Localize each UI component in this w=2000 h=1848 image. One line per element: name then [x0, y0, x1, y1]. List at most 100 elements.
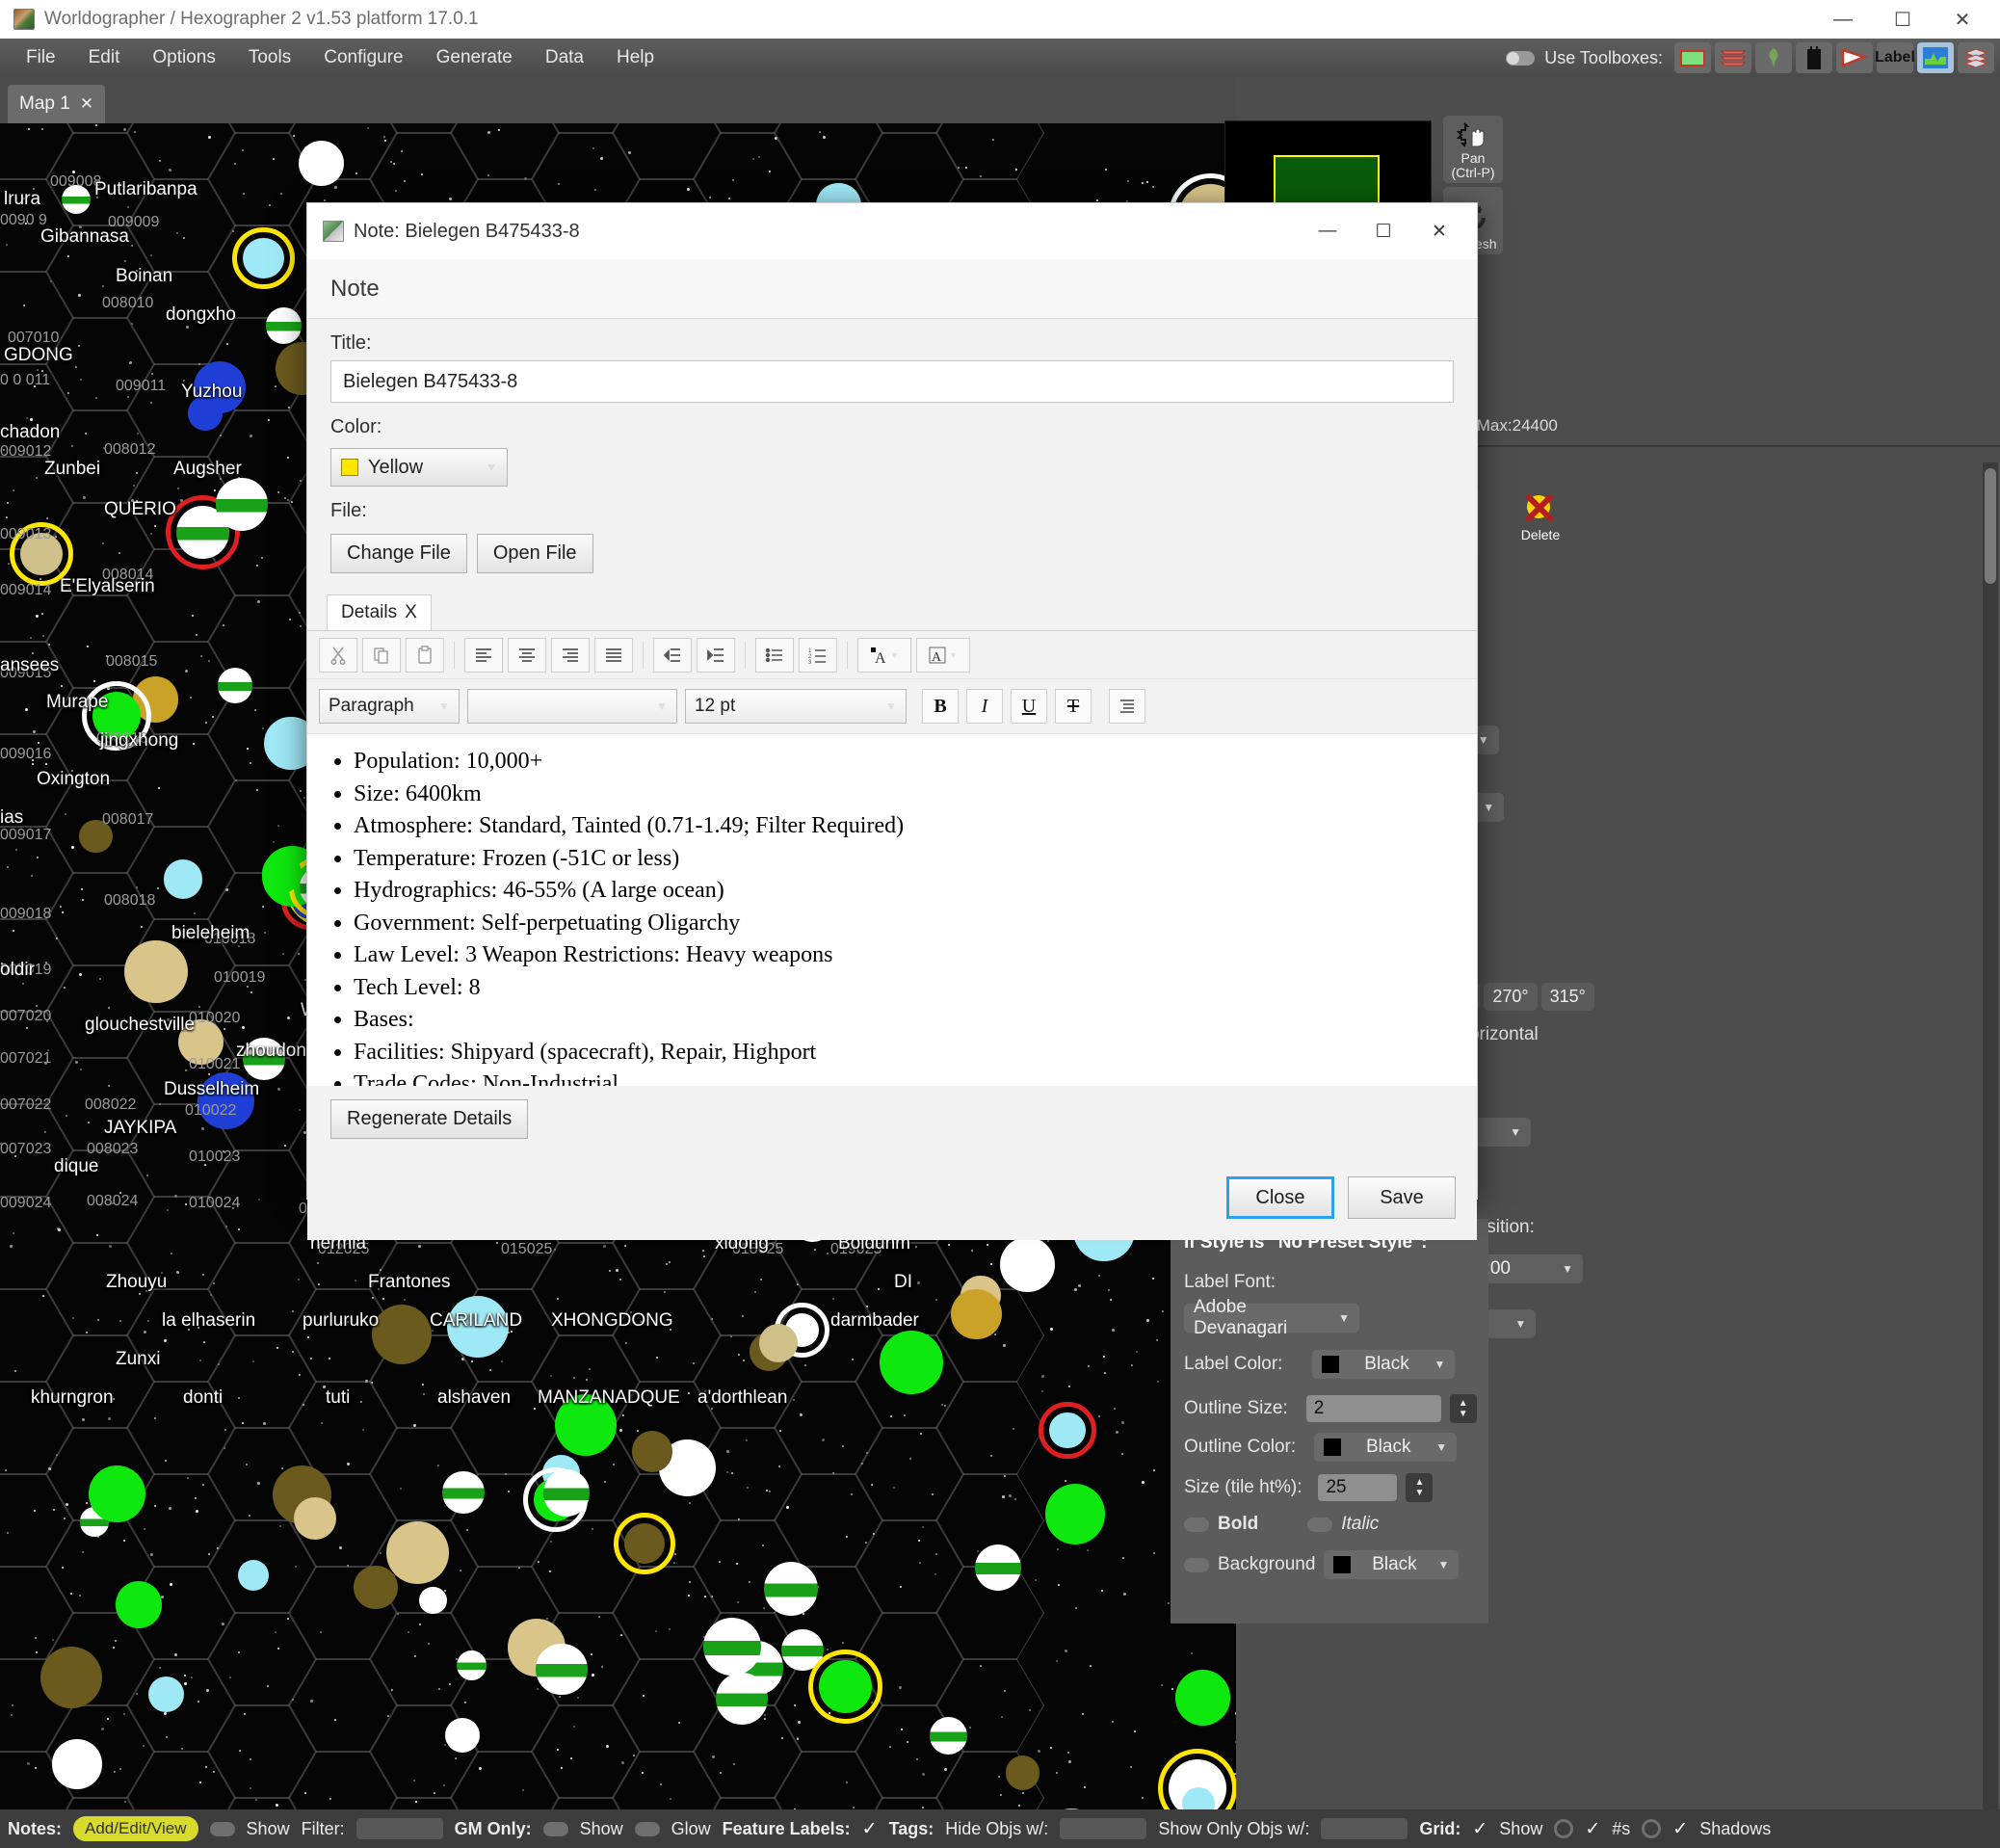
map-feature-label[interactable]: ansees	[0, 655, 59, 676]
map-planet-icon[interactable]	[1005, 1756, 1040, 1790]
filter-input[interactable]	[355, 1818, 443, 1839]
map-feature-label[interactable]: chadon	[0, 422, 60, 443]
features-toolbox-icon[interactable]	[1715, 42, 1751, 73]
map-feature-label[interactable]: Putlaribanpa	[94, 179, 197, 200]
map-planet-icon[interactable]	[1044, 1484, 1106, 1544]
highlight-color-icon[interactable]: A ▼	[916, 637, 970, 673]
grid-numbers-checkbox[interactable]: ✓	[1585, 1818, 1600, 1840]
map-feature-label[interactable]: QUERIO	[104, 499, 176, 520]
size-tileht-input[interactable]: 25	[1318, 1474, 1398, 1501]
open-file-button[interactable]: Open File	[476, 534, 593, 573]
outline-size-input[interactable]: 2	[1305, 1395, 1441, 1422]
use-toolboxes-toggle[interactable]	[1506, 50, 1536, 66]
map-feature-label[interactable]: dongxho	[166, 304, 236, 326]
map-feature-label[interactable]: alshaven	[437, 1387, 511, 1409]
map-feature-label[interactable]: Zhouyu	[106, 1272, 167, 1293]
right-panel-scrollbar[interactable]	[1983, 462, 1998, 1840]
background-color-select[interactable]: Black ▼	[1324, 1550, 1460, 1579]
bold-button[interactable]: B	[922, 689, 959, 724]
map-feature-label[interactable]: a'dorthlean	[697, 1387, 787, 1409]
map-planet-icon[interactable]	[115, 1581, 163, 1628]
overlay-toolbox-icon[interactable]	[1917, 42, 1954, 73]
feature-labels-checkbox[interactable]: ✓	[862, 1818, 878, 1840]
map-planet-icon[interactable]	[444, 1717, 480, 1753]
map-feature-label[interactable]: MANZANADQUE	[538, 1387, 680, 1409]
map-planet-icon[interactable]	[536, 1643, 588, 1696]
tab-details-close-icon[interactable]: X	[405, 602, 417, 623]
map-planet-icon[interactable]	[89, 1465, 145, 1522]
map-tab-1[interactable]: Map 1 ✕	[8, 85, 106, 123]
strikethrough-button[interactable]: T	[1055, 689, 1092, 724]
paste-icon[interactable]	[406, 637, 444, 673]
save-dialog-button[interactable]: Save	[1348, 1176, 1456, 1219]
map-feature-label[interactable]: zhoudong	[236, 1041, 316, 1062]
map-planet-icon[interactable]	[265, 307, 303, 344]
grid-settings-gear-icon[interactable]	[1554, 1819, 1574, 1838]
map-planet-icon[interactable]	[148, 1676, 185, 1712]
cut-icon[interactable]	[319, 637, 357, 673]
align-center-icon[interactable]	[508, 637, 546, 673]
label-color-select[interactable]: Black ▼	[1312, 1350, 1456, 1379]
align-justify-icon[interactable]	[594, 637, 633, 673]
show-only-objs-input[interactable]	[1321, 1818, 1408, 1839]
map-feature-label[interactable]: Boinan	[116, 266, 172, 287]
map-feature-label[interactable]: jingxhong	[100, 730, 178, 752]
map-planet-icon[interactable]	[1174, 1670, 1231, 1726]
map-planet-icon[interactable]	[703, 1617, 762, 1676]
menu-configure[interactable]: Configure	[307, 39, 419, 77]
map-feature-label[interactable]: Zunxi	[116, 1349, 160, 1370]
map-feature-label[interactable]: tuti	[326, 1387, 350, 1409]
paths-toolbox-icon[interactable]	[1836, 42, 1873, 73]
pan-tool-button[interactable]: Pan (Ctrl-P)	[1443, 116, 1503, 183]
map-planet-icon[interactable]	[442, 1471, 485, 1514]
map-feature-label[interactable]: purluruko	[303, 1310, 379, 1332]
map-planet-icon[interactable]	[763, 1561, 818, 1616]
map-feature-label[interactable]: khurngron	[31, 1387, 114, 1409]
map-planet-icon[interactable]	[124, 939, 188, 1004]
map-feature-label[interactable]: Frantones	[368, 1272, 451, 1293]
regenerate-details-button[interactable]: Regenerate Details	[330, 1099, 529, 1139]
font-family-select[interactable]: ▼	[467, 689, 677, 724]
notes-show-toggle[interactable]	[209, 1821, 235, 1836]
map-planet-icon[interactable]	[880, 1331, 944, 1394]
menu-data[interactable]: Data	[529, 39, 600, 77]
map-planet-icon[interactable]	[386, 1521, 450, 1584]
numbers-settings-gear-icon[interactable]	[1642, 1819, 1662, 1838]
map-feature-label[interactable]: Murape	[46, 692, 108, 713]
note-maximize-button[interactable]: ☐	[1355, 203, 1411, 259]
map-planet-icon[interactable]	[218, 668, 253, 703]
numbered-list-icon[interactable]: 1 2 3	[799, 637, 837, 673]
align-left-icon[interactable]	[464, 637, 503, 673]
label-toolbox-icon[interactable]: Label	[1875, 42, 1915, 73]
menu-file[interactable]: File	[10, 39, 72, 77]
map-feature-label[interactable]: Yuzhou	[181, 382, 242, 403]
label-font-select[interactable]: Adobe Devanagari ▼	[1184, 1297, 1359, 1338]
delete-button[interactable]: Delete	[1511, 487, 1570, 558]
outline-color-select[interactable]: Black ▼	[1314, 1433, 1458, 1462]
vegetation-toolbox-icon[interactable]	[1755, 42, 1792, 73]
align-right-icon[interactable]	[551, 637, 590, 673]
map-feature-label[interactable]: la elhaserin	[162, 1310, 255, 1332]
map-feature-label[interactable]: XHONGDONG	[551, 1310, 673, 1332]
map-planet-icon[interactable]	[419, 1586, 448, 1615]
italic-button[interactable]: I	[966, 689, 1003, 724]
map-planet-icon[interactable]	[298, 140, 344, 186]
note-close-button[interactable]: ✕	[1411, 203, 1467, 259]
shadows-checkbox[interactable]: ✓	[1672, 1818, 1688, 1840]
tab-details[interactable]: Details X	[327, 594, 432, 630]
map-feature-label[interactable]: CARILAND	[430, 1310, 522, 1332]
map-feature-label[interactable]: ias	[0, 807, 23, 829]
size-tileht-stepper[interactable]: ▲ ▼	[1406, 1473, 1434, 1502]
title-input[interactable]: Bielegen B475433-8	[330, 360, 1454, 403]
map-feature-label[interactable]: Zunbei	[44, 459, 100, 480]
map-planet-icon[interactable]	[163, 858, 203, 899]
color-select[interactable]: Yellow ▼	[330, 448, 508, 487]
minimize-button[interactable]: —	[1813, 0, 1873, 39]
menu-edit[interactable]: Edit	[72, 39, 137, 77]
menu-generate[interactable]: Generate	[420, 39, 529, 77]
structures-toolbox-icon[interactable]	[1796, 42, 1832, 73]
maximize-button[interactable]: ☐	[1873, 0, 1933, 39]
menu-help[interactable]: Help	[600, 39, 671, 77]
add-edit-view-button[interactable]: Add/Edit/View	[73, 1816, 198, 1841]
hide-objs-input[interactable]	[1060, 1818, 1147, 1839]
